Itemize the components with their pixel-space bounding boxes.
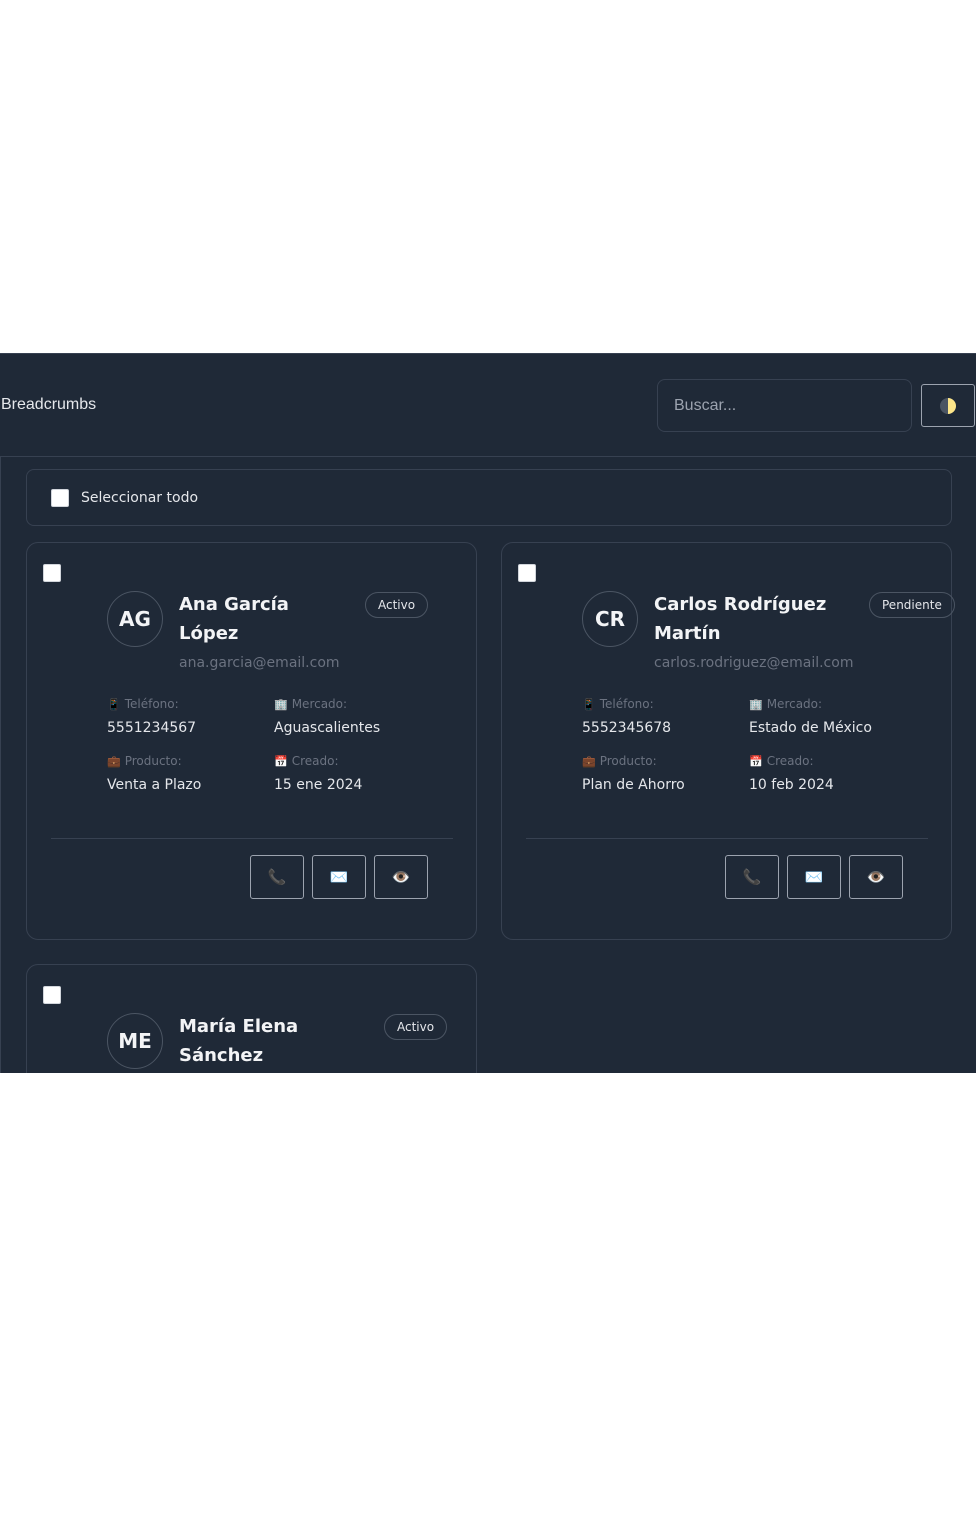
office-building-icon: 🏢 [749,697,763,711]
avatar: ME [107,1013,163,1069]
market-value: Estado de México [749,720,872,736]
avatar: AG [107,591,163,647]
call-button[interactable]: 📞 [725,855,779,899]
card-divider [526,838,928,839]
half-moon-icon [940,397,956,414]
envelope-icon: ✉️ [329,869,349,886]
briefcase-icon: 💼 [107,754,121,768]
eye-icon: 👁️ [391,869,411,886]
status-badge: Activo [384,1014,448,1040]
avatar: CR [582,591,638,647]
product-value: Venta a Plazo [107,777,202,793]
created-label: 📅 Creado: [749,754,814,768]
mobile-phone-icon: 📱 [107,697,121,711]
view-button[interactable]: 👁️ [849,855,903,899]
calendar-icon: 📅 [274,754,288,768]
calendar-icon: 📅 [749,754,763,768]
phone-value: 5551234567 [107,720,197,736]
client-card: CR Carlos Rodríguez Martín Pendiente car… [501,542,955,940]
top-header: Breadcrumbs [0,354,976,457]
briefcase-icon: 💼 [582,754,596,768]
client-email: ana.garcia@email.com [179,655,340,671]
product-value: Plan de Ahorro [582,777,685,793]
email-button[interactable]: ✉️ [787,855,841,899]
client-email: carlos.rodriguez@email.com [654,655,854,671]
market-value: Aguascalientes [274,720,381,736]
status-badge: Pendiente [869,592,955,618]
client-card: AG Ana García López Activo ana.garcia@em… [26,542,477,940]
office-building-icon: 🏢 [274,697,288,711]
product-label: 💼 Producto: [582,754,657,768]
client-card-checkbox[interactable] [518,564,536,582]
call-button[interactable]: 📞 [250,855,304,899]
market-label: 🏢 Mercado: [749,697,823,711]
phone-value: 5552345678 [582,720,672,736]
view-button[interactable]: 👁️ [374,855,428,899]
client-name[interactable]: Ana García López [179,590,354,648]
created-value: 10 feb 2024 [749,777,834,793]
client-name[interactable]: Carlos Rodríguez Martín [654,590,829,648]
client-grid: Seleccionar todo AG Ana García López Act… [0,457,976,1073]
client-card: ME María Elena Sánchez Activo [26,964,477,1073]
phone-icon: 📞 [267,869,287,886]
email-button[interactable]: ✉️ [312,855,366,899]
product-label: 💼 Producto: [107,754,182,768]
eye-icon: 👁️ [866,869,886,886]
phone-label: 📱 Teléfono: [582,697,654,711]
card-divider [51,838,453,839]
select-all-label: Seleccionar todo [81,489,199,506]
search-input[interactable] [657,379,912,432]
created-value: 15 ene 2024 [274,777,363,793]
breadcrumb[interactable]: Breadcrumbs [1,396,96,414]
client-card-checkbox[interactable] [43,564,61,582]
envelope-icon: ✉️ [804,869,824,886]
mobile-phone-icon: 📱 [582,697,596,711]
theme-toggle-button[interactable] [921,384,975,427]
select-all-bar: Seleccionar todo [26,469,952,526]
client-card-checkbox[interactable] [43,986,61,1004]
select-all-checkbox[interactable] [51,488,69,507]
client-name[interactable]: María Elena Sánchez [179,1012,354,1070]
status-badge: Activo [365,592,429,618]
phone-icon: 📞 [742,869,762,886]
created-label: 📅 Creado: [274,754,339,768]
market-label: 🏢 Mercado: [274,697,348,711]
phone-label: 📱 Teléfono: [107,697,179,711]
client-list-app: Breadcrumbs Seleccionar todo AG Ana Garc… [0,353,976,1073]
